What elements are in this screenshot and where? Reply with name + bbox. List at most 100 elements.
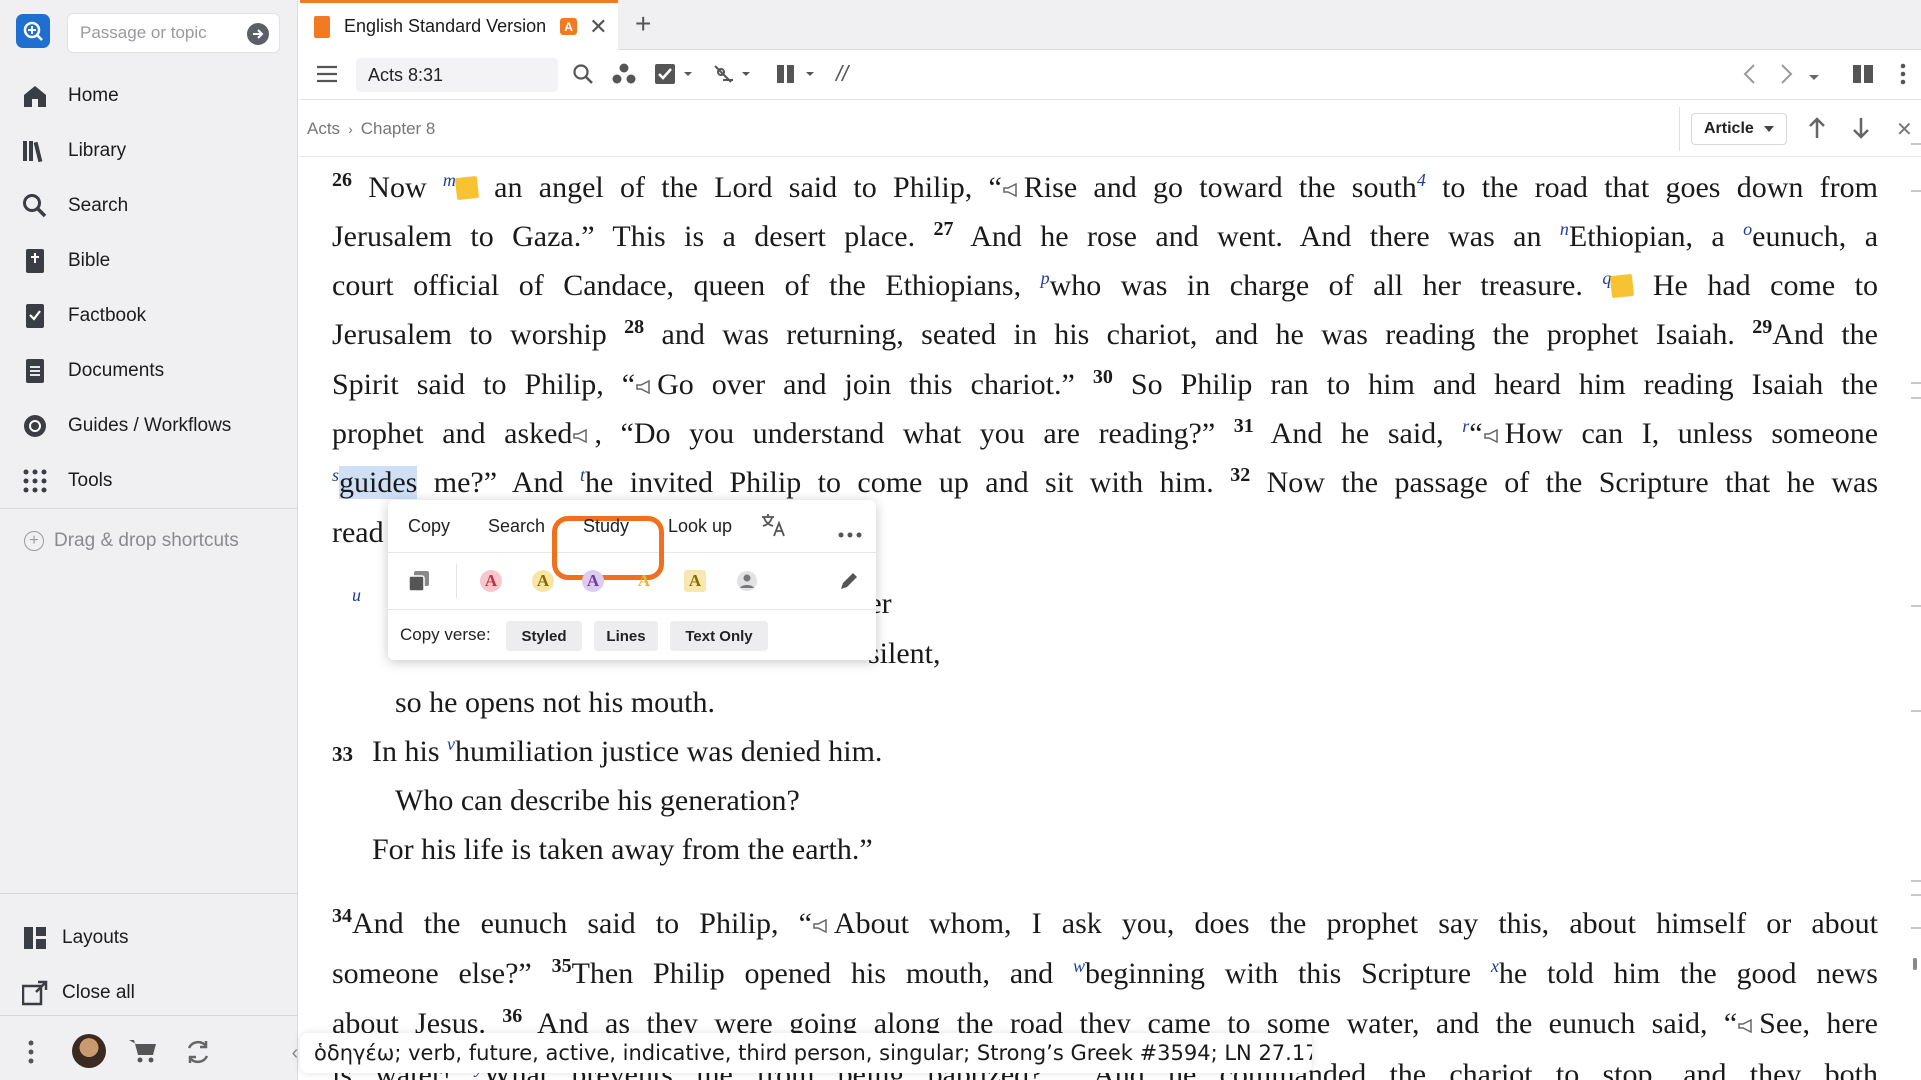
speaker-icon[interactable] bbox=[1002, 183, 1024, 198]
verse-text[interactable]: so he opens not his mouth. bbox=[395, 686, 715, 719]
copy-to-clipboard-icon[interactable] bbox=[408, 570, 430, 597]
article-dropdown[interactable]: Article bbox=[1691, 113, 1787, 145]
verse-text[interactable]: Now the passage of the Scripture that he… bbox=[1250, 466, 1878, 499]
visual-filters-icon[interactable] bbox=[612, 63, 636, 90]
speaker-icon[interactable] bbox=[1483, 429, 1505, 444]
verse-text[interactable]: silent, bbox=[868, 637, 941, 670]
close-panel-icon[interactable]: ✕ bbox=[1896, 117, 1913, 142]
look-up-button[interactable]: Look up bbox=[668, 516, 732, 537]
verse-text[interactable]: See, here bbox=[1759, 1007, 1878, 1040]
verse-text[interactable]: He had come to bbox=[1633, 269, 1878, 302]
verse-text[interactable]: And he said, bbox=[1254, 417, 1462, 450]
sidebar-item-home[interactable]: Home bbox=[0, 68, 298, 123]
avatar[interactable] bbox=[72, 1034, 106, 1068]
copy-button[interactable]: Copy bbox=[408, 516, 450, 537]
highlight-person-icon[interactable] bbox=[736, 570, 758, 597]
verse-text[interactable]: Spirit said to Philip, “ bbox=[332, 368, 635, 401]
sidebar-item-guides[interactable]: Guides / Workflows bbox=[0, 398, 298, 453]
verse-number[interactable]: 34 bbox=[332, 905, 352, 927]
verse-text[interactable]: Rise and go toward the south bbox=[1024, 171, 1417, 204]
columns-icon[interactable] bbox=[776, 63, 816, 90]
sidebar-item-tools[interactable]: Tools bbox=[0, 453, 298, 508]
drag-drop-shortcuts[interactable]: + Drag & drop shortcuts bbox=[24, 530, 239, 552]
footnote-marker[interactable]: u bbox=[352, 585, 361, 605]
go-arrow-icon[interactable] bbox=[247, 23, 269, 45]
verse-text[interactable]: About whom, I ask you, does the prophet … bbox=[834, 907, 1878, 940]
arrow-up-icon[interactable] bbox=[1808, 117, 1826, 144]
sidebar-item-layouts[interactable]: Layouts bbox=[20, 910, 129, 965]
footnote-marker[interactable]: m bbox=[443, 170, 456, 190]
note-icon[interactable] bbox=[1610, 273, 1635, 299]
breadcrumb-book[interactable]: Acts bbox=[307, 119, 340, 139]
sidebar-item-search[interactable]: Search bbox=[0, 178, 298, 233]
sidebar-item-bible[interactable]: Bible bbox=[0, 233, 298, 288]
menu-icon[interactable] bbox=[316, 65, 338, 88]
verse-text[interactable]: he told him the good news bbox=[1499, 957, 1878, 990]
footnote-marker[interactable]: v bbox=[447, 734, 455, 754]
verse-text[interactable]: Jerusalem to worship bbox=[332, 318, 624, 351]
sync-icon[interactable] bbox=[184, 1038, 212, 1071]
arrow-down-icon[interactable] bbox=[1852, 117, 1870, 144]
search-button[interactable]: Search bbox=[488, 516, 545, 537]
highlight-yellow-icon[interactable]: A bbox=[532, 570, 554, 592]
highlight-box-yellow-icon[interactable]: A bbox=[684, 570, 706, 592]
verse-text[interactable]: Go over and join this chariot.” bbox=[657, 368, 1093, 401]
verse-text[interactable]: read bbox=[332, 516, 384, 549]
footnote-marker[interactable]: n bbox=[1560, 219, 1569, 239]
verse-text[interactable]: , “Do you understand what you are readin… bbox=[594, 417, 1233, 450]
checklist-icon[interactable] bbox=[654, 63, 694, 90]
footnote-marker[interactable]: x bbox=[1491, 956, 1499, 976]
reference-input[interactable] bbox=[356, 58, 558, 92]
verse-text[interactable]: court official of Candace, queen of the … bbox=[332, 269, 1041, 302]
close-tab-icon[interactable]: ✕ bbox=[589, 14, 607, 40]
highlight-red-icon[interactable]: A bbox=[480, 570, 502, 592]
verse-text[interactable]: In his bbox=[372, 735, 447, 768]
breadcrumb-chapter[interactable]: Chapter 8 bbox=[361, 119, 436, 139]
verse-number[interactable]: 28 bbox=[624, 316, 644, 338]
copy-text-only-button[interactable]: Text Only bbox=[670, 621, 768, 651]
verse-number[interactable]: 31 bbox=[1234, 415, 1254, 437]
verse-text[interactable]: And the eunuch said to Philip, “ bbox=[352, 907, 812, 940]
verse-text[interactable]: he invited Philip to come up and sit wit… bbox=[585, 466, 1230, 499]
cart-icon[interactable] bbox=[128, 1038, 158, 1069]
verse-text[interactable]: Then Philip opened his mouth, and bbox=[572, 957, 1073, 990]
verse-number[interactable]: 27 bbox=[933, 218, 953, 240]
verse-number[interactable]: 29 bbox=[1752, 316, 1772, 338]
more-vertical-icon[interactable] bbox=[28, 1040, 34, 1069]
verse-text[interactable]: an angel of the Lord said to Philip, “ bbox=[478, 171, 1002, 204]
passage-search-box[interactable] bbox=[67, 13, 280, 53]
add-tab-icon[interactable]: + bbox=[635, 8, 651, 40]
verse-text[interactable]: Who can describe his generation? bbox=[395, 784, 800, 817]
tab-badge[interactable]: A bbox=[560, 18, 578, 35]
sidebar-item-documents[interactable]: Documents bbox=[0, 343, 298, 398]
verse-text[interactable]: For his life is taken away from the eart… bbox=[372, 833, 873, 866]
verse-text[interactable]: humiliation justice was denied him. bbox=[455, 735, 882, 768]
tab-esv[interactable]: English Standard Version A ✕ bbox=[300, 0, 618, 50]
more-horizontal-icon[interactable] bbox=[838, 522, 862, 543]
search-icon[interactable] bbox=[572, 63, 594, 90]
verse-text[interactable]: “ bbox=[1469, 417, 1482, 450]
more-options-icon[interactable] bbox=[1900, 63, 1906, 90]
speaker-icon[interactable] bbox=[635, 380, 657, 395]
footnote-marker[interactable]: s bbox=[332, 465, 339, 485]
verse-number[interactable]: 26 bbox=[332, 169, 352, 191]
sidebar-item-close-all[interactable]: Close all bbox=[20, 965, 135, 1020]
forward-arrow-icon[interactable] bbox=[1778, 63, 1794, 90]
footnote-marker[interactable]: o bbox=[1743, 219, 1752, 239]
footnote-marker[interactable]: w bbox=[1073, 956, 1085, 976]
verse-text[interactable]: So Philip ran to him and heard him readi… bbox=[1113, 368, 1878, 401]
translate-icon[interactable] bbox=[760, 512, 788, 543]
verse-text[interactable]: Jerusalem to Gaza.” This is a desert pla… bbox=[332, 220, 933, 253]
speaker-icon[interactable] bbox=[812, 919, 834, 934]
study-button[interactable]: Study bbox=[583, 516, 629, 537]
highlight-text-yellow-icon[interactable]: A bbox=[633, 570, 655, 592]
selected-word[interactable]: guides bbox=[339, 466, 418, 499]
verse-text[interactable]: beginning with this Scripture bbox=[1085, 957, 1491, 990]
interlinear-icon[interactable] bbox=[712, 63, 752, 90]
highlight-purple-icon[interactable]: A bbox=[582, 570, 604, 592]
verse-text[interactable]: someone else?” bbox=[332, 957, 552, 990]
verse-text[interactable]: And he rose and went. And there was an bbox=[953, 220, 1559, 253]
logos-app-icon[interactable] bbox=[16, 14, 50, 48]
verse-text[interactable]: who was in charge of all her treasure. bbox=[1050, 269, 1603, 302]
scrollbar-thumb[interactable] bbox=[1913, 958, 1917, 970]
